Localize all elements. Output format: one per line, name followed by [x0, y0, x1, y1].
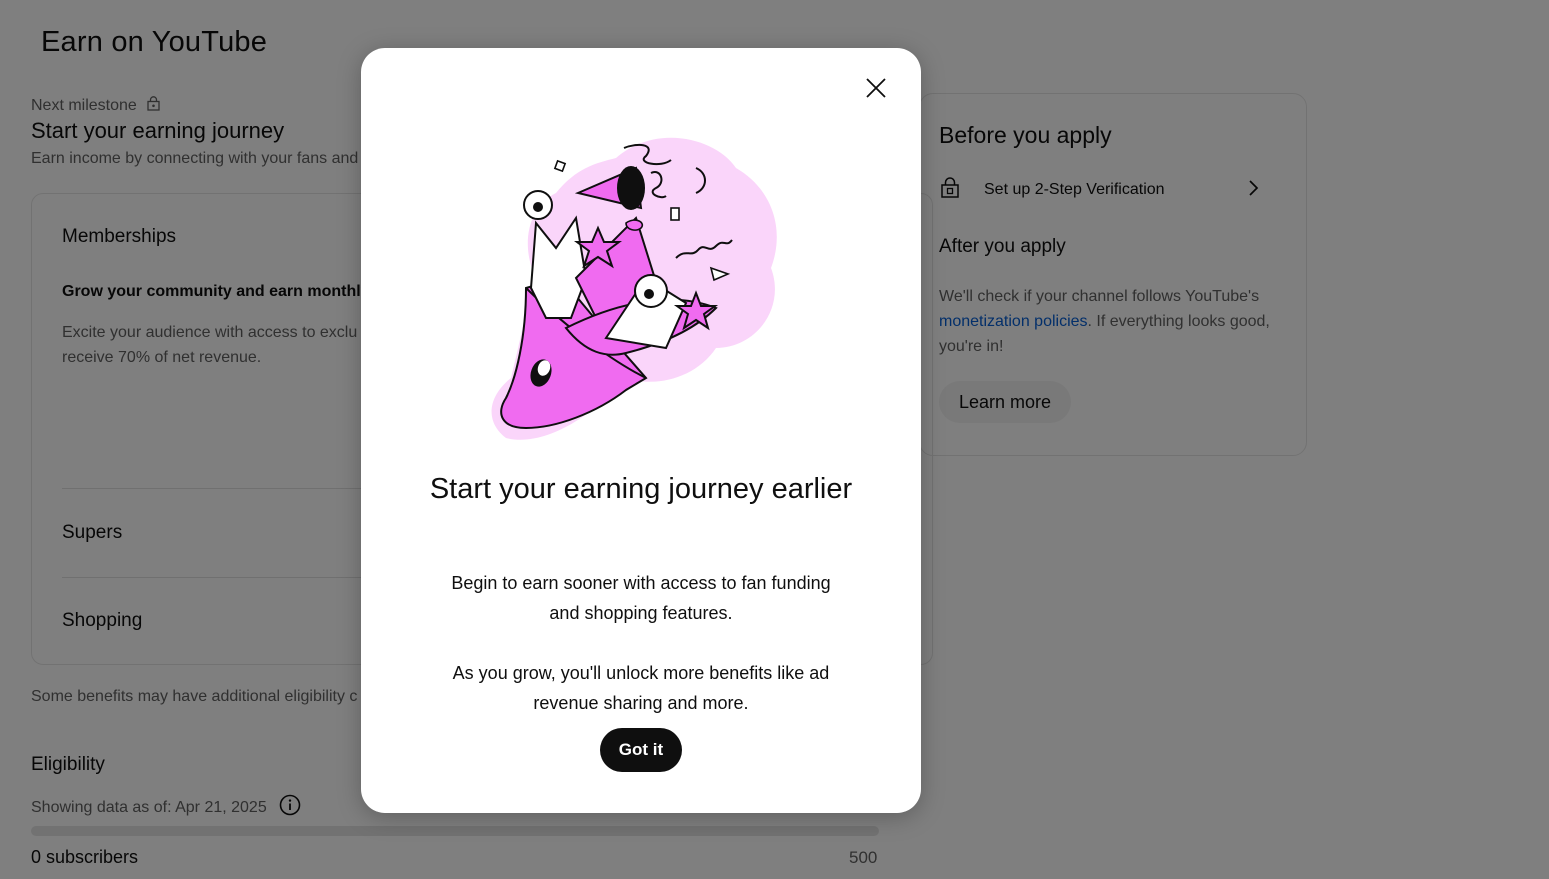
dialog-body-1: Begin to earn sooner with access to fan … [451, 573, 831, 623]
party-popper-illustration [491, 137, 777, 440]
earn-earlier-dialog: Start your earning journey earlier Begin… [361, 48, 921, 813]
got-it-button[interactable]: Got it [600, 728, 682, 772]
dialog-body-2: As you grow, you'll unlock more benefits… [452, 663, 830, 713]
close-icon[interactable] [860, 72, 892, 104]
dialog-title: Start your earning journey earlier [429, 473, 853, 505]
